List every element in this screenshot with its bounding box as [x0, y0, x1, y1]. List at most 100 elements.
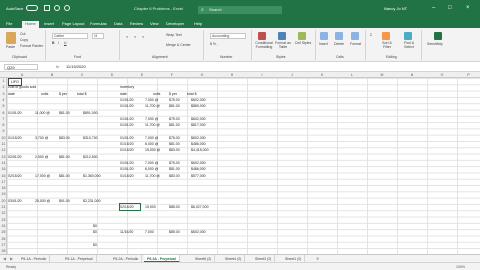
r-total[interactable]: $817,000: [191, 122, 206, 128]
l-total[interactable]: $212,500: [83, 154, 98, 160]
r-date[interactable]: 11/15/20: [120, 229, 133, 235]
row-header[interactable]: 10: [0, 135, 7, 141]
merge-center-button[interactable]: Merge & Center: [166, 43, 191, 47]
tab-file[interactable]: File: [6, 21, 12, 27]
row-header[interactable]: 12: [0, 147, 7, 153]
l-date[interactable]: 01/01/20: [8, 110, 22, 116]
l-units[interactable]: 11,000 @: [35, 110, 50, 116]
l-per[interactable]: $83.00: [59, 135, 70, 141]
row-header[interactable]: 23: [0, 217, 7, 223]
conditional-formatting-icon[interactable]: [258, 32, 266, 40]
r-total[interactable]: $602,000: [191, 160, 206, 166]
format-as-table-button[interactable]: Format as Table: [274, 41, 292, 49]
maximize-icon[interactable]: □: [448, 4, 452, 12]
delete-button[interactable]: Delete: [334, 42, 344, 46]
row-header[interactable]: 11: [0, 141, 7, 147]
l-total[interactable]: $1,360,000: [83, 173, 101, 179]
r-per[interactable]: $85.00: [169, 204, 180, 210]
zoom-level[interactable]: 100%: [456, 264, 465, 270]
l-units[interactable]: 25,000 @: [35, 198, 50, 204]
tab-review[interactable]: Review: [130, 21, 143, 27]
wrap-text-button[interactable]: Wrap Text: [166, 33, 182, 37]
insert-cells-icon[interactable]: [320, 32, 328, 40]
format-button[interactable]: Format: [350, 42, 361, 46]
r-total[interactable]: $880,000: [191, 103, 206, 109]
tab-view[interactable]: View: [150, 21, 159, 27]
search-box[interactable]: ⌕ Search: [198, 6, 282, 14]
r-per[interactable]: $85.00: [169, 229, 180, 235]
r-date[interactable]: 01/01/20: [120, 166, 134, 172]
sensitivity-icon[interactable]: [434, 32, 442, 40]
r-units[interactable]: 6,000 @: [145, 166, 158, 172]
r-units[interactable]: 11,700 @: [145, 173, 160, 179]
selected-cell[interactable]: [119, 203, 141, 211]
r-units[interactable]: 15,000: [145, 204, 156, 210]
r-per[interactable]: $75.00: [169, 116, 180, 122]
row-header[interactable]: 5: [0, 103, 7, 109]
delete-cells-icon[interactable]: [335, 32, 343, 40]
row-header[interactable]: 1: [0, 78, 7, 84]
font-name-select[interactable]: Calibri: [52, 33, 88, 39]
r-total[interactable]: $602,000: [191, 97, 206, 103]
r-date[interactable]: 01/01/20: [120, 116, 134, 122]
row-header[interactable]: 20: [0, 198, 7, 204]
tab-formulas[interactable]: Formulas: [90, 21, 107, 27]
row-header[interactable]: 21: [0, 204, 7, 210]
font-size-select[interactable]: 11: [92, 33, 104, 39]
tab-home[interactable]: Home: [22, 21, 39, 28]
row-header[interactable]: 18: [0, 185, 7, 191]
sort-filter-icon[interactable]: [382, 32, 390, 40]
r-per[interactable]: $81.00: [169, 122, 180, 128]
r-units[interactable]: 6,000 @: [145, 141, 158, 147]
paste-label[interactable]: Paste: [6, 45, 15, 49]
find-select-icon[interactable]: [404, 32, 412, 40]
formula-input[interactable]: 11/15/2020: [66, 64, 86, 70]
r-units[interactable]: 7,000 @: [145, 97, 158, 103]
r-total[interactable]: $6,027,000: [191, 204, 209, 210]
lh-per[interactable]: $ per: [59, 91, 67, 97]
r-date[interactable]: 01/01/20: [120, 135, 134, 141]
currency-icon[interactable]: $ % ,: [210, 42, 218, 46]
format-table-icon[interactable]: [278, 32, 286, 40]
fx-icon[interactable]: fx: [56, 64, 59, 70]
row-header[interactable]: 9: [0, 128, 7, 134]
r-per[interactable]: $81.00: [169, 103, 180, 109]
r-per[interactable]: $81.00: [169, 141, 180, 147]
l-total[interactable]: $891,000: [83, 110, 98, 116]
insert-button[interactable]: Insert: [319, 42, 328, 46]
tab-data[interactable]: Data: [114, 21, 122, 27]
tab-help[interactable]: Help: [194, 21, 202, 27]
r-date[interactable]: 01/15/20: [120, 173, 134, 179]
r-units[interactable]: 7,000: [145, 229, 154, 235]
bold-button[interactable]: B: [52, 41, 55, 45]
r-date[interactable]: 01/01/20: [120, 122, 134, 128]
conditional-formatting-button[interactable]: Conditional Formatting: [254, 41, 274, 49]
undo-icon[interactable]: [54, 5, 60, 11]
row-header[interactable]: 7: [0, 116, 7, 122]
rh-per[interactable]: $ per: [169, 91, 177, 97]
row-header[interactable]: 6: [0, 110, 7, 116]
r-per[interactable]: $81.00: [169, 166, 180, 172]
r-total[interactable]: $486,000: [191, 166, 206, 172]
r-units[interactable]: 7,000 @: [145, 116, 158, 122]
r-units[interactable]: 11,700 @: [145, 122, 160, 128]
row-header[interactable]: 4: [0, 97, 7, 103]
r-per[interactable]: $83.00: [169, 147, 180, 153]
r-units[interactable]: 11,700 @: [145, 103, 160, 109]
inventory-title[interactable]: inventory: [120, 84, 134, 90]
row-header[interactable]: 27: [0, 242, 7, 248]
row-header[interactable]: 13: [0, 154, 7, 160]
r-date[interactable]: 01/15/20: [120, 147, 134, 153]
r-units[interactable]: 7,000 @: [145, 135, 158, 141]
copy-button[interactable]: Copy: [20, 38, 28, 42]
r-units[interactable]: 15,000 @: [145, 147, 160, 153]
r-per[interactable]: $75.00: [169, 135, 180, 141]
autosave-toggle[interactable]: [26, 5, 38, 11]
rh-total[interactable]: total $: [187, 91, 197, 97]
l-tail[interactable]: $0: [93, 242, 97, 248]
r-total[interactable]: $486,000: [191, 141, 206, 147]
format-painter-button[interactable]: Format Painter: [20, 44, 43, 48]
l-units[interactable]: 3,700 @: [35, 135, 48, 141]
rh-units[interactable]: units: [153, 91, 160, 97]
l-tail[interactable]: $0: [93, 223, 97, 229]
